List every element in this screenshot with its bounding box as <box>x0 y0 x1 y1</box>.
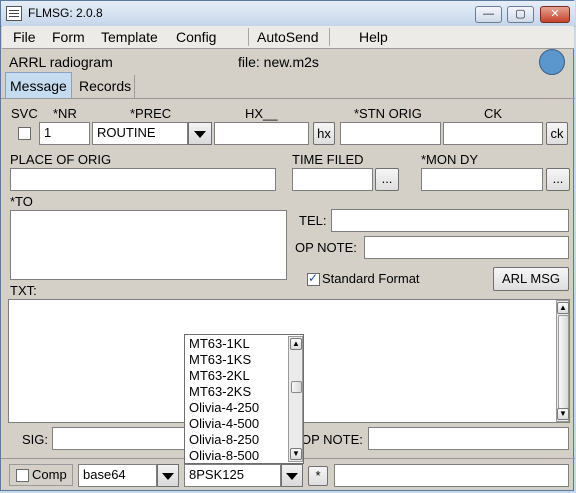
stn-orig-label: *STN ORIG <box>354 106 422 121</box>
menu-separator <box>248 28 249 46</box>
op-note-field[interactable] <box>364 236 569 259</box>
checkmark-icon: ✓ <box>308 271 319 285</box>
standard-format-label: Standard Format <box>322 271 420 286</box>
arl-msg-button[interactable]: ARL MSG <box>493 267 569 291</box>
op-note-label: OP NOTE: <box>295 240 357 255</box>
scroll-up-icon[interactable]: ▲ <box>557 302 569 314</box>
hx-field[interactable] <box>214 122 309 145</box>
mon-dy-picker-button[interactable]: ... <box>546 168 570 191</box>
to-textarea[interactable] <box>10 210 287 280</box>
mode-dropdown-list[interactable]: MT63-1KL MT63-1KS MT63-2KL MT63-2KS Oliv… <box>184 334 304 464</box>
menu-form[interactable]: Form <box>52 29 85 45</box>
menu-help[interactable]: Help <box>359 29 388 45</box>
txt-scrollbar[interactable]: ▲ ▼ <box>556 300 569 422</box>
mode-dropdown-scrollbar[interactable]: ▲ ▼ <box>288 336 303 462</box>
svc-label: SVC <box>11 106 38 121</box>
scroll-thumb[interactable] <box>291 381 302 393</box>
to-label: *TO <box>10 194 33 209</box>
tel-label: TEL: <box>299 213 327 228</box>
nr-label: *NR <box>53 106 77 121</box>
close-button[interactable]: ✕ <box>540 6 570 23</box>
place-of-orig-field[interactable] <box>10 168 276 191</box>
menu-config[interactable]: Config <box>176 29 216 45</box>
tel-field[interactable] <box>331 209 569 232</box>
mode-option[interactable]: Olivia-8-500 <box>189 448 259 463</box>
mode-option[interactable]: MT63-1KL <box>189 336 250 351</box>
menu-template[interactable]: Template <box>101 29 158 45</box>
status-indicator-icon <box>539 49 565 75</box>
mode-option[interactable]: Olivia-8-250 <box>189 432 259 447</box>
ck-label: CK <box>484 106 503 121</box>
mon-dy-label: *MON DY <box>421 152 479 167</box>
prec-select[interactable]: ROUTINE <box>92 122 188 145</box>
menu-autosend[interactable]: AutoSend <box>257 29 319 45</box>
scroll-down-icon[interactable]: ▼ <box>290 448 302 460</box>
form-name: ARRL radiogram <box>9 54 113 70</box>
tab-divider <box>1 98 575 99</box>
menu-bar: File Form Template Config AutoSend Help <box>2 26 574 49</box>
scroll-up-icon[interactable]: ▲ <box>290 338 302 350</box>
encoding-select[interactable]: base64 <box>78 464 157 487</box>
menu-separator <box>329 28 330 46</box>
mon-dy-field[interactable] <box>421 168 543 191</box>
file-name: file: new.m2s <box>238 54 319 70</box>
app-icon[interactable] <box>6 6 22 21</box>
window-title: FLMSG: 2.0.8 <box>28 6 103 20</box>
scroll-down-icon[interactable]: ▼ <box>557 408 569 420</box>
time-filed-field[interactable] <box>292 168 373 191</box>
status-field[interactable] <box>334 464 569 487</box>
mode-option[interactable]: MT63-1KS <box>189 352 251 367</box>
mode-option[interactable]: MT63-2KS <box>189 384 251 399</box>
standard-format-checkbox[interactable]: ✓ <box>307 271 320 286</box>
nr-field[interactable]: 1 <box>39 122 90 145</box>
comp-checkbox[interactable] <box>16 469 29 482</box>
op-note2-field[interactable] <box>368 427 569 450</box>
mode-option[interactable]: Olivia-4-500 <box>189 416 259 431</box>
sig-field[interactable] <box>52 427 192 450</box>
time-filed-label: TIME FILED <box>292 152 364 167</box>
comp-group: Comp <box>9 464 73 486</box>
sig-label: SIG: <box>22 432 49 447</box>
stn-orig-field[interactable] <box>340 122 441 145</box>
mode-option[interactable]: Olivia-4-250 <box>189 400 259 415</box>
hx-button[interactable]: hx <box>313 122 335 145</box>
menu-file[interactable]: File <box>13 29 36 45</box>
star-button[interactable]: * <box>308 466 328 486</box>
mode-select[interactable]: 8PSK125 <box>184 464 281 487</box>
txt-label: TXT: <box>10 283 37 298</box>
encoding-dropdown-arrow-icon[interactable] <box>157 464 179 487</box>
prec-label: *PREC <box>130 106 172 121</box>
hx-label: HX__ <box>245 106 278 121</box>
ck-button[interactable]: ck <box>546 122 568 145</box>
svc-checkbox[interactable] <box>18 127 31 140</box>
tab-records[interactable]: Records <box>73 75 135 98</box>
mode-dropdown-arrow-icon[interactable] <box>281 464 303 487</box>
time-filed-picker-button[interactable]: ... <box>375 168 399 191</box>
comp-label: Comp <box>32 467 67 482</box>
place-of-orig-label: PLACE OF ORIG <box>10 152 112 167</box>
scroll-thumb[interactable] <box>558 315 569 409</box>
prec-dropdown-arrow-icon[interactable] <box>188 122 212 145</box>
maximize-button[interactable]: ▢ <box>507 6 534 23</box>
app-window: FLMSG: 2.0.8 — ▢ ✕ File Form Template Co… <box>0 0 575 491</box>
tab-message[interactable]: Message <box>5 72 72 98</box>
title-bar[interactable]: FLMSG: 2.0.8 — ▢ ✕ <box>1 1 575 27</box>
op-note2-label: OP NOTE: <box>301 432 363 447</box>
minimize-button[interactable]: — <box>475 6 502 23</box>
mode-option[interactable]: MT63-2KL <box>189 368 250 383</box>
ck-field[interactable] <box>443 122 543 145</box>
